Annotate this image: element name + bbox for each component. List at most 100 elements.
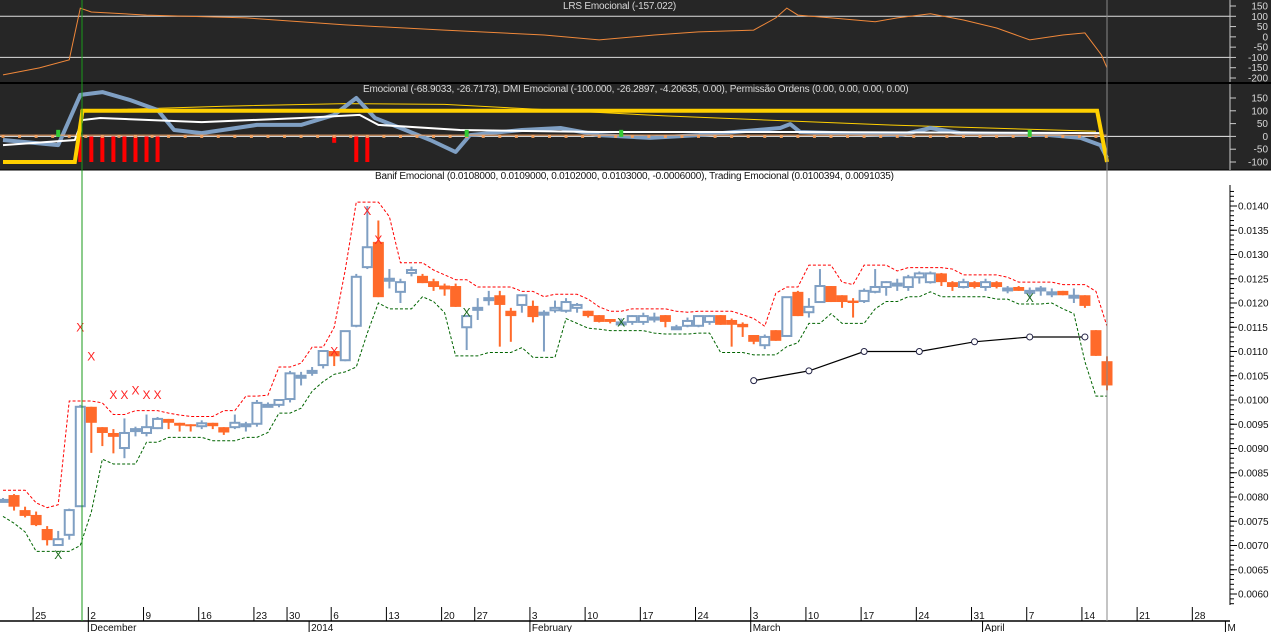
candle-body[interactable] xyxy=(1046,291,1058,296)
trend-point xyxy=(1081,333,1089,341)
candle-body[interactable] xyxy=(560,301,572,312)
candle-body[interactable] xyxy=(163,418,175,423)
candle-body[interactable] xyxy=(737,323,749,328)
candle-body[interactable] xyxy=(648,316,660,321)
orange-dot xyxy=(299,134,303,138)
candle-body[interactable] xyxy=(1068,294,1080,299)
candle-body[interactable] xyxy=(30,514,42,526)
candle-body[interactable] xyxy=(1090,330,1102,356)
candle-body[interactable] xyxy=(847,300,859,303)
candle-body[interactable] xyxy=(527,305,539,318)
candle-body[interactable] xyxy=(770,330,782,341)
candle-body[interactable] xyxy=(218,427,230,433)
candle-body[interactable] xyxy=(946,282,958,287)
candle-body[interactable] xyxy=(593,315,605,322)
candle-body[interactable] xyxy=(141,426,153,434)
candle-body[interactable] xyxy=(980,281,992,288)
candle-body[interactable] xyxy=(935,273,947,283)
candle-body[interactable] xyxy=(372,241,384,298)
candle-body[interactable] xyxy=(63,509,75,536)
candle-body[interactable] xyxy=(637,315,649,323)
candle-body[interactable] xyxy=(902,276,914,288)
candle-body[interactable] xyxy=(1013,286,1025,291)
candle-body[interactable] xyxy=(924,272,936,284)
candle-body[interactable] xyxy=(604,319,616,322)
candle-body[interactable] xyxy=(284,372,296,401)
candle-body[interactable] xyxy=(118,431,130,450)
candle-body[interactable] xyxy=(969,282,981,287)
candle-body[interactable] xyxy=(185,424,197,427)
candle-body[interactable] xyxy=(693,315,705,327)
candle-body[interactable] xyxy=(549,306,561,312)
candle-body[interactable] xyxy=(659,315,671,322)
candle-body[interactable] xyxy=(726,319,738,325)
candle-body[interactable] xyxy=(74,405,86,508)
candle-body[interactable] xyxy=(803,305,815,314)
candle-body[interactable] xyxy=(715,315,727,325)
candle-body[interactable] xyxy=(472,306,484,311)
candle-body[interactable] xyxy=(428,281,440,287)
candle-body[interactable] xyxy=(96,427,108,433)
candle-body[interactable] xyxy=(229,421,241,429)
candle-body[interactable] xyxy=(781,296,793,337)
candle-body[interactable] xyxy=(1035,287,1047,292)
candle-body[interactable] xyxy=(483,297,495,302)
candle-body[interactable] xyxy=(85,406,97,423)
candle-body[interactable] xyxy=(361,246,373,269)
candle-body[interactable] xyxy=(759,335,771,347)
candle-body[interactable] xyxy=(814,285,826,304)
candle-body[interactable] xyxy=(317,350,329,367)
candle-body[interactable] xyxy=(174,422,186,426)
candle-body[interactable] xyxy=(394,281,406,293)
candle-body[interactable] xyxy=(52,538,64,547)
candle-body[interactable] xyxy=(880,281,892,288)
candle-body[interactable] xyxy=(1057,290,1069,296)
candle-body[interactable] xyxy=(748,335,760,342)
candle-body[interactable] xyxy=(41,529,53,541)
candle-body[interactable] xyxy=(251,401,263,425)
candle-body[interactable] xyxy=(991,282,1003,287)
price-axis-label: 0.0125 xyxy=(1238,274,1269,285)
candle-body[interactable] xyxy=(273,399,285,406)
candle-body[interactable] xyxy=(262,403,274,408)
candle-body[interactable] xyxy=(825,286,837,303)
candle-body[interactable] xyxy=(869,285,881,293)
candle-body[interactable] xyxy=(1002,287,1014,292)
candle-body[interactable] xyxy=(836,295,848,303)
candle-body[interactable] xyxy=(19,510,31,516)
candle-body[interactable] xyxy=(891,282,903,287)
candle-body[interactable] xyxy=(681,319,693,327)
candle-body[interactable] xyxy=(450,286,462,307)
candle-body[interactable] xyxy=(152,417,164,430)
candle-body[interactable] xyxy=(670,326,682,331)
candle-body[interactable] xyxy=(439,285,451,290)
candle-body[interactable] xyxy=(792,291,804,317)
candle-body[interactable] xyxy=(295,374,307,379)
candle-body[interactable] xyxy=(582,310,594,317)
candle-body[interactable] xyxy=(957,281,969,288)
candle-body[interactable] xyxy=(626,315,638,323)
candle-body[interactable] xyxy=(571,303,583,309)
candle-body[interactable] xyxy=(240,423,252,428)
candle-body[interactable] xyxy=(383,277,395,282)
candle-body[interactable] xyxy=(0,498,9,503)
candle-body[interactable] xyxy=(196,422,208,428)
candle-body[interactable] xyxy=(494,295,506,305)
candle-body[interactable] xyxy=(1079,295,1091,306)
candle-body[interactable] xyxy=(129,428,141,433)
candle-body[interactable] xyxy=(913,272,925,279)
candle-body[interactable] xyxy=(505,310,517,317)
candle-body[interactable] xyxy=(516,294,528,306)
candle-body[interactable] xyxy=(405,269,417,274)
candle-body[interactable] xyxy=(8,495,20,507)
candle-body[interactable] xyxy=(704,315,716,323)
candle-body[interactable] xyxy=(538,311,550,316)
candle-body[interactable] xyxy=(417,275,429,284)
candle-body[interactable] xyxy=(107,432,119,437)
candle-body[interactable] xyxy=(306,369,318,374)
candle-body[interactable] xyxy=(858,289,870,303)
candle-body[interactable] xyxy=(339,330,351,362)
candle-body[interactable] xyxy=(207,422,219,427)
orange-dot xyxy=(233,134,237,138)
candle-body[interactable] xyxy=(350,275,362,327)
